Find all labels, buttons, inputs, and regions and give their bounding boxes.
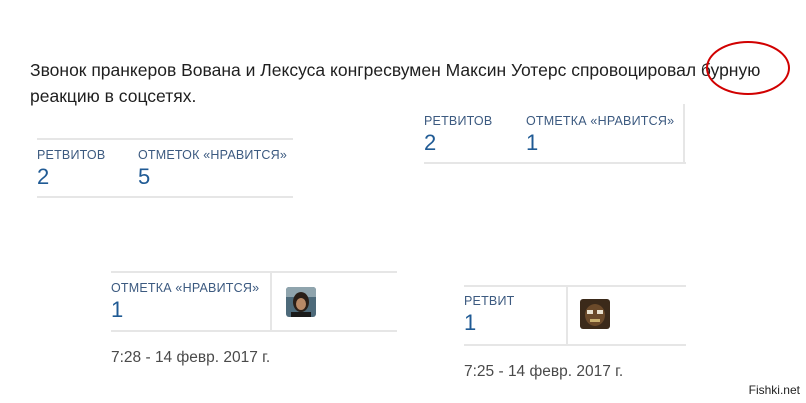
retweet-label: РЕТВИТ (464, 294, 515, 308)
article-headline: Звонок пранкеров Вована и Лексуса конгре… (30, 60, 761, 106)
retweet-count: 1 (464, 310, 477, 335)
likes-count: 1 (111, 297, 124, 322)
retweet-stat[interactable]: РЕТВИТ 1 (464, 294, 514, 336)
stats-divider (683, 104, 685, 162)
tweet-timestamp[interactable]: 7:25 - 14 февр. 2017 г. (464, 363, 623, 381)
retweets-count: 2 (37, 164, 50, 189)
likes-count: 5 (138, 164, 151, 189)
likes-label: ОТМЕТКА «НРАВИТСЯ» (111, 281, 260, 295)
stats-divider (464, 285, 686, 287)
stats-divider (424, 162, 686, 164)
tweet-timestamp[interactable]: 7:28 - 14 февр. 2017 г. (111, 349, 270, 367)
stats-divider (270, 272, 272, 330)
likes-stat[interactable]: ОТМЕТКА «НРАВИТСЯ» 1 (526, 114, 674, 156)
stats-divider (111, 271, 397, 273)
watermark: Fishki.net (748, 383, 800, 397)
likes-count: 1 (526, 130, 539, 155)
highlight-circle (706, 41, 790, 95)
retweets-label: РЕТВИТОВ (37, 148, 106, 162)
user-avatar[interactable] (580, 299, 610, 329)
likes-stat[interactable]: ОТМЕТКА «НРАВИТСЯ» 1 (111, 281, 259, 323)
stats-divider (566, 286, 568, 344)
retweets-count: 2 (424, 130, 437, 155)
user-avatar[interactable] (286, 287, 316, 317)
likes-stat[interactable]: ОТМЕТОК «НРАВИТСЯ» 5 (138, 148, 287, 190)
likes-label: ОТМЕТОК «НРАВИТСЯ» (138, 148, 288, 162)
stats-divider (464, 344, 686, 346)
likes-label: ОТМЕТКА «НРАВИТСЯ» (526, 114, 675, 128)
stats-divider (111, 330, 397, 332)
retweets-stat[interactable]: РЕТВИТОВ 2 (37, 148, 105, 190)
stats-divider (37, 196, 293, 198)
stats-divider (37, 138, 293, 140)
retweets-stat[interactable]: РЕТВИТОВ 2 (424, 114, 492, 156)
retweets-label: РЕТВИТОВ (424, 114, 493, 128)
